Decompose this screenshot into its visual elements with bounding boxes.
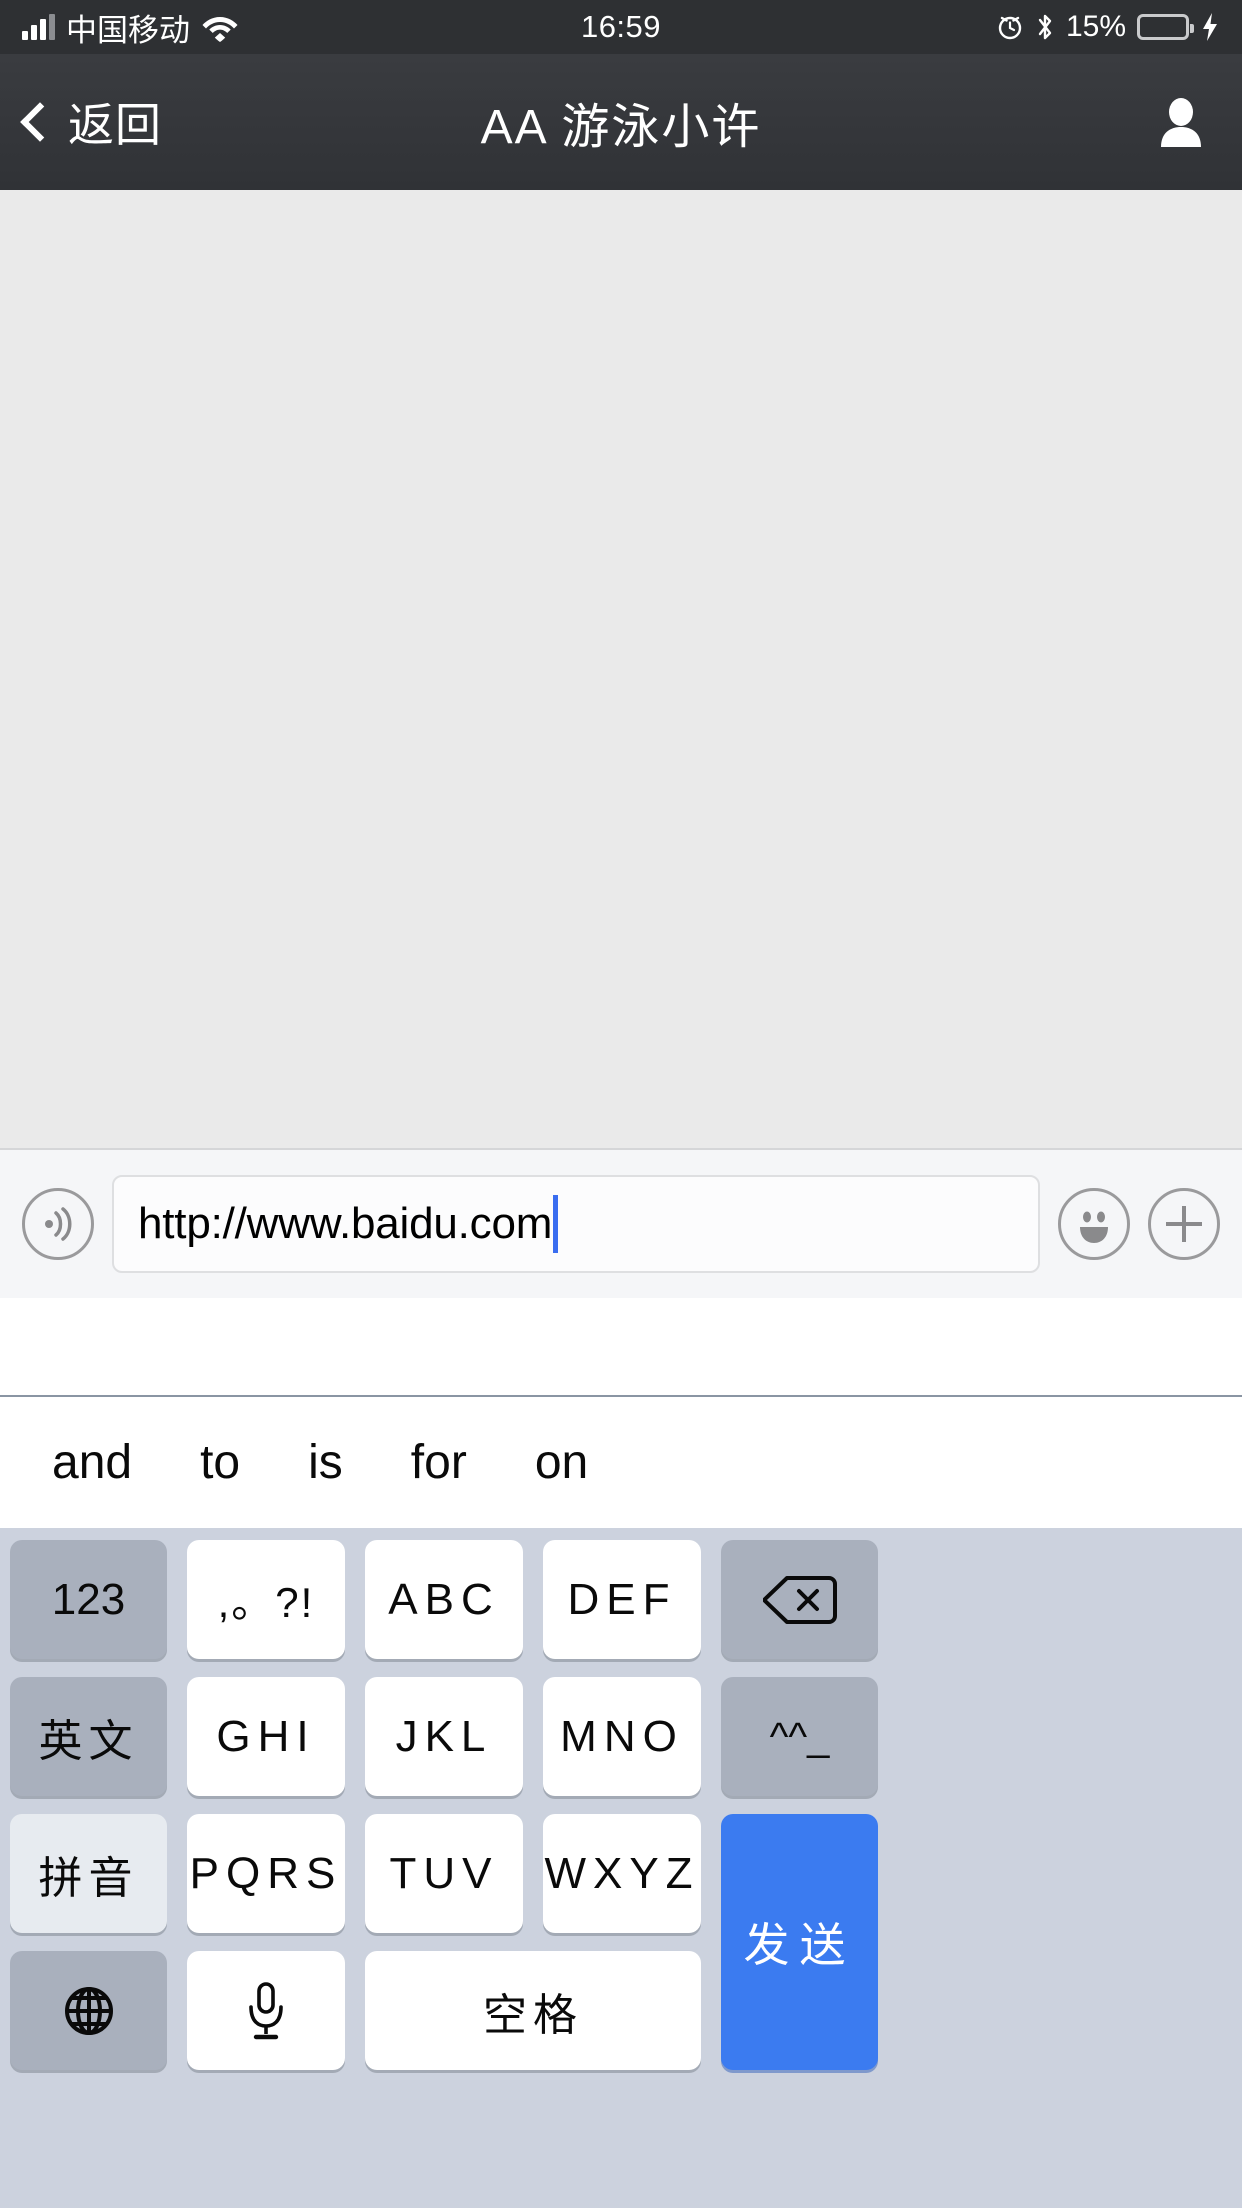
t9-keyboard: 123 ,。?! ABC DEF 英文 GHI JKL MNO ^^_ 拼音 P… [0,1528,1242,2208]
status-bar-right: 15% [996,10,1220,44]
key-punctuation-label: ,。?! [217,1579,315,1626]
key-wxyz-label: WXYZ [544,1848,700,1898]
microphone-icon [244,1980,288,2042]
key-send-label: 发送 [743,1919,856,1971]
keyboard-top-spacer [0,1298,1242,1397]
key-ghi-label: GHI [216,1711,316,1761]
message-input-bar: http://www.baidu.com [0,1148,1242,1298]
key-ghi[interactable]: GHI [187,1677,345,1796]
prediction-suggestion-bar: and to is for on [0,1397,1242,1528]
key-def-label: DEF [567,1574,677,1624]
globe-icon [61,1983,117,2039]
key-tuv[interactable]: TUV [365,1814,523,1933]
battery-percent-label: 15% [1065,10,1126,43]
phone-screen: 中国移动 16:59 15% 返回 AA 游泳小许 http://www.bai… [0,0,1242,2208]
key-send[interactable]: 发送 [721,1814,878,2070]
key-pinyin-mode-label: 拼音 [38,1853,139,1903]
key-pqrs-label: PQRS [189,1848,343,1898]
key-tuv-label: TUV [389,1848,499,1898]
key-globe-language[interactable] [10,1951,167,2070]
backspace-icon [762,1573,837,1627]
text-cursor [553,1195,559,1253]
key-punctuation[interactable]: ,。?! [187,1540,345,1659]
key-english-mode-label: 英文 [38,1716,139,1766]
key-123-label: 123 [51,1574,126,1624]
chat-message-area[interactable] [0,190,1242,1148]
key-jkl[interactable]: JKL [365,1677,523,1796]
page-title: AA 游泳小许 [480,101,762,154]
key-microphone[interactable] [187,1951,345,2070]
suggestion-item[interactable]: and [18,1435,166,1490]
voice-sound-wave-icon[interactable] [22,1188,94,1260]
contact-person-icon[interactable] [1154,95,1208,149]
alarm-clock-icon [996,13,1024,41]
key-abc-label: ABC [388,1574,500,1624]
key-space[interactable]: 空格 [365,1951,701,2070]
lightning-bolt-icon [1200,12,1220,42]
key-space-label: 空格 [483,1990,583,2040]
key-pinyin-mode[interactable]: 拼音 [10,1814,167,1933]
plus-icon[interactable] [1148,1188,1220,1260]
key-abc[interactable]: ABC [365,1540,523,1659]
message-text-value: http://www.baidu.com [138,1199,553,1248]
back-button[interactable]: 返回 [20,89,162,155]
key-123[interactable]: 123 [10,1540,167,1659]
status-bar: 中国移动 16:59 15% [0,0,1242,54]
navigation-bar: 返回 AA 游泳小许 [0,54,1242,190]
key-pqrs[interactable]: PQRS [187,1814,345,1933]
suggestion-item[interactable]: is [274,1435,377,1490]
key-jkl-label: JKL [395,1711,493,1761]
key-wxyz[interactable]: WXYZ [543,1814,701,1933]
suggestion-item[interactable]: to [166,1435,274,1490]
battery-icon [1137,14,1194,40]
message-text-input[interactable]: http://www.baidu.com [112,1175,1040,1273]
key-def[interactable]: DEF [543,1540,701,1659]
suggestion-item[interactable]: for [377,1435,501,1490]
key-backspace[interactable] [721,1540,878,1659]
key-mno[interactable]: MNO [543,1677,701,1796]
key-english-mode[interactable]: 英文 [10,1677,167,1796]
back-button-label: 返回 [68,99,162,151]
chevron-left-icon [20,102,60,142]
key-emoticon-label: ^^_ [769,1714,830,1759]
smiley-face-icon[interactable] [1058,1188,1130,1260]
bluetooth-icon [1035,12,1055,42]
key-mno-label: MNO [560,1711,684,1761]
key-emoticon[interactable]: ^^_ [721,1677,878,1796]
suggestion-item[interactable]: on [501,1435,622,1490]
